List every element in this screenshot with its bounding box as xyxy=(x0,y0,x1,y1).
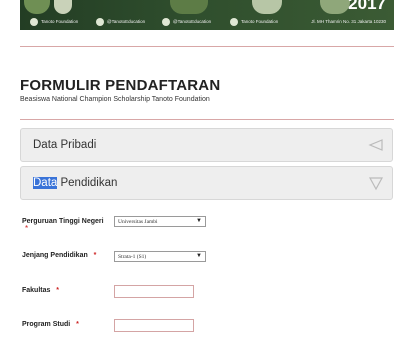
divider xyxy=(20,46,394,47)
selected-text: Data xyxy=(33,177,58,189)
banner-decoration xyxy=(320,0,350,14)
header-banner: 2017 Tanoto Foundation @TanotoEducation … xyxy=(20,0,394,30)
social-facebook[interactable]: Tanoto Foundation xyxy=(30,16,78,27)
social-label: Tanoto Foundation xyxy=(41,19,79,24)
university-label: Perguruan Tinggi Negeri xyxy=(22,218,104,225)
page-title: FORMULIR PENDAFTARAN xyxy=(20,77,221,94)
banner-decoration xyxy=(54,0,72,14)
faculty-label: Fakultas * xyxy=(22,287,59,294)
accordion-label: Data Pribadi xyxy=(33,139,97,151)
university-select[interactable]: Universitas Jambi ▼ xyxy=(114,216,206,227)
accordion-label: Data Pendidikan xyxy=(33,177,117,189)
banner-address: Jl. MH Thamrin No. 31 Jakarta 10230 xyxy=(311,19,386,24)
banner-year: 2017 xyxy=(348,0,386,13)
social-label: @TanotoEducation xyxy=(173,19,212,24)
select-value: Strata-1 (S1) xyxy=(118,253,147,260)
banner-decoration xyxy=(252,0,282,14)
social-youtube[interactable]: Tanoto Foundation xyxy=(230,16,278,27)
required-marker: * xyxy=(76,321,79,328)
social-twitter[interactable]: @TanotoEducation xyxy=(162,16,211,27)
twitter-icon xyxy=(162,17,170,26)
page-subtitle: Beasiswa National Champion Scholarship T… xyxy=(20,96,210,103)
social-label: Tanoto Foundation xyxy=(241,19,279,24)
collapse-left-icon xyxy=(368,139,383,151)
banner-decoration xyxy=(24,0,50,14)
education-level-label: Jenjang Pendidikan * xyxy=(22,252,97,259)
study-program-label: Program Studi * xyxy=(22,321,79,328)
accordion-data-pendidikan[interactable]: Data Pendidikan xyxy=(20,166,393,200)
study-program-input[interactable] xyxy=(114,319,194,332)
divider xyxy=(20,119,394,120)
required-marker: * xyxy=(56,287,59,294)
dropdown-arrow-icon: ▼ xyxy=(196,253,202,259)
youtube-icon xyxy=(230,17,238,26)
required-marker: * xyxy=(93,252,97,259)
education-level-select[interactable]: Strata-1 (S1) ▼ xyxy=(114,251,206,262)
accordion-label-rest: Pendidikan xyxy=(57,177,118,189)
faculty-input[interactable] xyxy=(114,285,194,298)
instagram-icon xyxy=(96,17,104,26)
banner-decoration xyxy=(170,0,208,14)
facebook-icon xyxy=(30,17,38,26)
accordion-data-pribadi[interactable]: Data Pribadi xyxy=(20,128,393,162)
dropdown-arrow-icon: ▼ xyxy=(196,218,202,224)
social-instagram[interactable]: @TanotoEducation xyxy=(96,16,145,27)
social-label: @TanotoEducation xyxy=(107,19,146,24)
select-value: Universitas Jambi xyxy=(118,218,158,225)
expand-down-icon xyxy=(368,177,384,191)
required-marker: * xyxy=(25,224,29,233)
